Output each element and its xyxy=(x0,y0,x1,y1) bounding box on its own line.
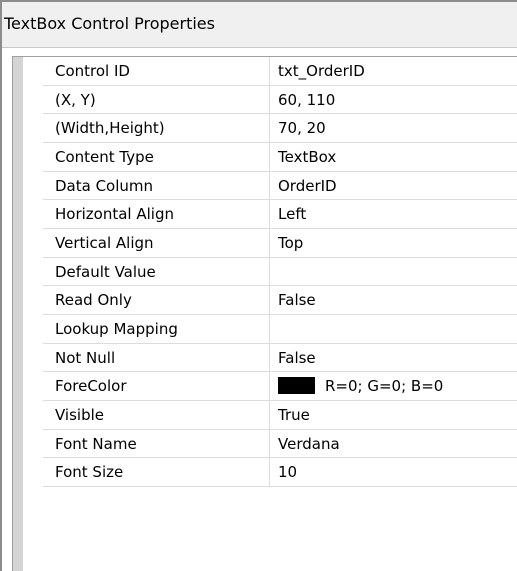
property-value[interactable] xyxy=(270,258,517,286)
property-row-size[interactable]: (Width,Height) 70, 20 xyxy=(43,114,517,143)
property-name: (Width,Height) xyxy=(43,114,270,142)
window-title: TextBox Control Properties xyxy=(4,14,215,33)
property-name: Control ID xyxy=(43,57,270,85)
property-name: Font Name xyxy=(43,429,270,458)
color-swatch xyxy=(278,376,315,394)
property-value[interactable] xyxy=(270,315,517,343)
property-value[interactable]: True xyxy=(270,401,517,429)
property-row-lookup-mapping[interactable]: Lookup Mapping xyxy=(43,314,517,344)
property-row-data-column[interactable]: Data Column OrderID xyxy=(43,171,517,201)
color-value-text: R=0; G=0; B=0 xyxy=(325,377,444,396)
property-name: Visible xyxy=(43,400,270,429)
property-row-font-name[interactable]: Font Name Verdana xyxy=(43,429,517,459)
title-bar: TextBox Control Properties xyxy=(2,2,517,48)
property-row-content-type[interactable]: Content Type TextBox xyxy=(43,142,517,172)
property-grid-margin xyxy=(24,57,43,571)
property-value[interactable]: Left xyxy=(270,200,517,228)
property-name: Not Null xyxy=(43,343,270,372)
property-grid: Control ID txt_OrderID (X, Y) 60, 110 (W… xyxy=(43,57,517,487)
property-row-fore-color[interactable]: ForeColor R=0; G=0; B=0 xyxy=(43,372,517,401)
property-value[interactable]: 60, 110 xyxy=(270,86,517,114)
property-name: ForeColor xyxy=(43,372,270,400)
property-value[interactable]: Top xyxy=(270,229,517,257)
property-value[interactable]: 10 xyxy=(270,458,517,486)
window-left-border xyxy=(0,0,2,571)
property-name: Read Only xyxy=(43,286,270,314)
property-name: Default Value xyxy=(43,257,270,286)
property-grid-gutter xyxy=(13,57,23,571)
property-value[interactable]: txt_OrderID xyxy=(270,57,517,85)
property-row-default-value[interactable]: Default Value xyxy=(43,257,517,287)
property-row-vertical-align[interactable]: Vertical Align Top xyxy=(43,228,517,258)
property-value[interactable]: False xyxy=(270,286,517,314)
property-window: TextBox Control Properties Control ID tx… xyxy=(0,0,517,571)
property-row-not-null[interactable]: Not Null False xyxy=(43,343,517,373)
property-row-control-id[interactable]: Control ID txt_OrderID xyxy=(43,57,517,86)
property-name: Lookup Mapping xyxy=(43,314,270,343)
property-row-horizontal-align[interactable]: Horizontal Align Left xyxy=(43,200,517,229)
property-value[interactable]: OrderID xyxy=(270,172,517,200)
property-row-font-size[interactable]: Font Size 10 xyxy=(43,458,517,487)
property-name: (X, Y) xyxy=(43,85,270,114)
property-value[interactable]: 70, 20 xyxy=(270,114,517,142)
property-value[interactable]: Verdana xyxy=(270,430,517,458)
property-value-color[interactable]: R=0; G=0; B=0 xyxy=(270,372,517,400)
property-row-visible[interactable]: Visible True xyxy=(43,400,517,430)
property-name: Font Size xyxy=(43,458,270,486)
property-name: Data Column xyxy=(43,171,270,200)
property-row-read-only[interactable]: Read Only False xyxy=(43,286,517,315)
property-name: Horizontal Align xyxy=(43,200,270,228)
property-name: Content Type xyxy=(43,142,270,171)
property-value[interactable]: TextBox xyxy=(270,143,517,171)
property-name: Vertical Align xyxy=(43,228,270,257)
property-row-position[interactable]: (X, Y) 60, 110 xyxy=(43,85,517,115)
property-value[interactable]: False xyxy=(270,344,517,372)
